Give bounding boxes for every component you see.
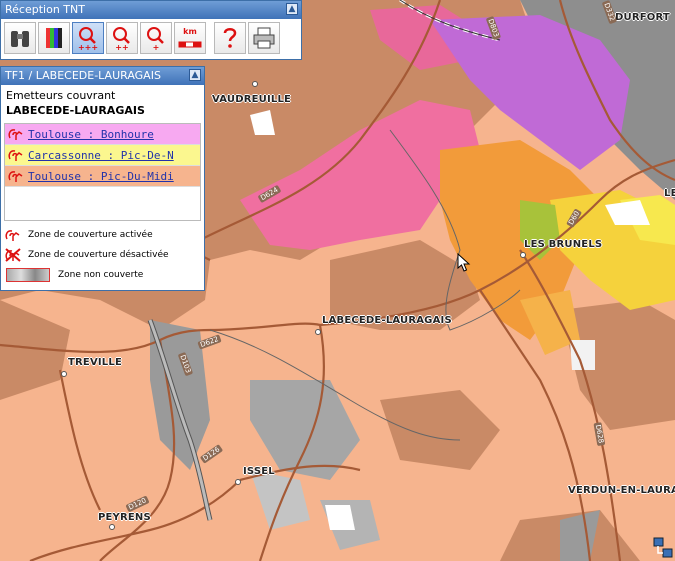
town-label-treville: TREVILLE	[68, 357, 122, 368]
town-label-vaudreuille: VAUDREUILLE	[212, 94, 292, 105]
scale-km-label: km	[183, 27, 197, 36]
transmitter-link-bonhoure[interactable]: Toulouse : Bonhoure	[28, 128, 154, 141]
uncovered-swatch	[6, 268, 50, 282]
zoom-in-more-button[interactable]: ++	[106, 22, 138, 54]
town-label-labecede: LABECEDE-LAURAGAIS	[322, 315, 452, 326]
toolbar-title: Réception TNT	[5, 3, 85, 16]
coverage-active-icon[interactable]	[7, 147, 25, 163]
transmitters-subtitle: Emetteurs couvrant	[6, 89, 116, 102]
help-icon	[223, 28, 237, 48]
info-panel-title: TF1 / LABECEDE-LAURAGAIS	[5, 69, 161, 82]
print-icon	[253, 27, 275, 49]
transmitter-row[interactable]: Carcassonne : Pic-De-N	[5, 145, 200, 166]
print-button[interactable]	[248, 22, 280, 54]
transmitter-link-pic-du-midi[interactable]: Toulouse : Pic-Du-Midi	[28, 170, 174, 183]
transmitter-list: Toulouse : Bonhoure Carcassonne : Pic-De…	[4, 123, 201, 221]
mouse-cursor-icon	[457, 253, 471, 272]
town-label-verdun: VERDUN-EN-LAURAG	[568, 485, 675, 496]
zoom-level-label: ++	[115, 43, 129, 52]
zoom-level-label: +++	[77, 43, 99, 52]
legend: Zone de couverture activée Zone de couve…	[1, 221, 204, 285]
coverage-inactive-icon	[5, 248, 21, 262]
info-panel-header: TF1 / LABECEDE-LAURAGAIS ▲	[1, 67, 204, 85]
help-button[interactable]	[214, 22, 246, 54]
town-label-les-brunels: LES BRUNELS	[524, 239, 603, 250]
legend-row-inactive: Zone de couverture désactivée	[4, 245, 201, 265]
reception-tnt-toolbar: Réception TNT ▲ +++ ++ + km	[0, 0, 302, 60]
commune-name: LABECEDE-LAURAGAIS	[6, 104, 145, 117]
coverage-active-icon	[5, 230, 20, 241]
toolbar-collapse-button[interactable]: ▲	[286, 3, 298, 15]
transmitter-link-pic-de-n[interactable]: Carcassonne : Pic-De-N	[28, 149, 174, 162]
legend-uncovered-label: Zone non couverte	[58, 270, 144, 280]
town-label-issel: ISSEL	[243, 466, 275, 477]
town-label-durfort: DURFORT	[615, 12, 670, 23]
color-bars-icon	[46, 28, 62, 48]
zoom-in-max-button[interactable]: +++	[72, 22, 104, 54]
network-icon[interactable]	[653, 537, 673, 559]
legend-active-label: Zone de couverture activée	[28, 230, 153, 240]
legend-row-active: Zone de couverture activée	[4, 225, 201, 245]
coverage-active-icon[interactable]	[7, 168, 25, 184]
coverage-active-icon[interactable]	[7, 126, 25, 142]
uncovered-zone-white	[325, 505, 355, 530]
town-label-le: LE	[664, 188, 675, 199]
zoom-in-button[interactable]: +	[140, 22, 172, 54]
legend-inactive-label: Zone de couverture désactivée	[28, 250, 169, 260]
info-panel-collapse-button[interactable]: ▲	[189, 69, 201, 81]
zoom-level-label: +	[152, 43, 160, 52]
binoculars-icon	[11, 31, 29, 47]
transmitter-info-panel: TF1 / LABECEDE-LAURAGAIS ▲ Emetteurs cou…	[0, 66, 205, 291]
legend-row-uncovered: Zone non couverte	[4, 265, 201, 285]
transmitter-row[interactable]: Toulouse : Pic-Du-Midi	[5, 166, 200, 187]
transmitter-row[interactable]: Toulouse : Bonhoure	[5, 124, 200, 145]
color-bars-button[interactable]	[38, 22, 70, 54]
binoculars-button[interactable]	[4, 22, 36, 54]
scale-km-button[interactable]: km	[174, 22, 206, 54]
toolbar-header: Réception TNT ▲	[1, 1, 301, 19]
town-label-peyrens: PEYRENS	[98, 512, 151, 523]
